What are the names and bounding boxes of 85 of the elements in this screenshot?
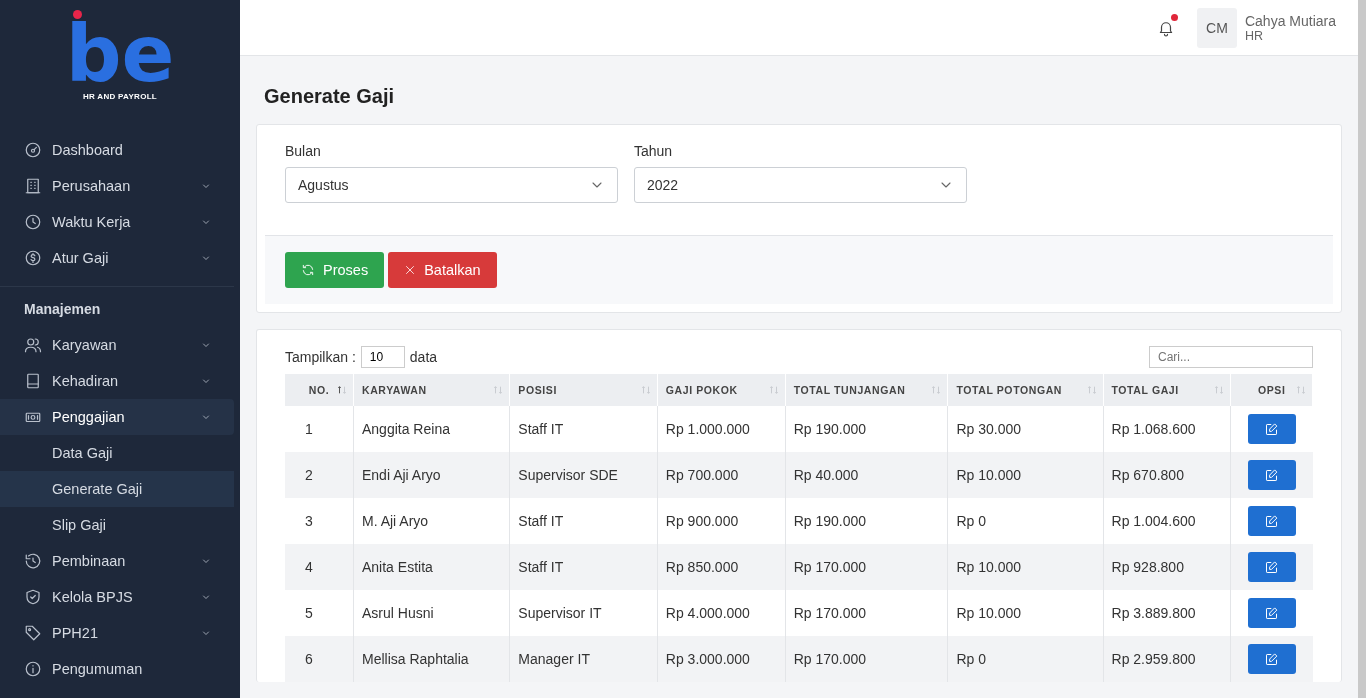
sidebar-section-title: Manajemen	[23, 301, 102, 319]
sidebar-item[interactable]: Kelola BPJS	[0, 579, 234, 615]
edit-icon	[1264, 467, 1280, 483]
sidebar-item[interactable]: Dashboard	[0, 132, 234, 168]
edit-button[interactable]	[1247, 506, 1296, 536]
logo-dot	[72, 10, 82, 19]
edit-button[interactable]	[1247, 552, 1296, 582]
table-cell: 4	[285, 544, 354, 590]
table-cell: Mellisa Raphtalia	[353, 636, 510, 682]
table-cell: Rp 170.000	[785, 636, 948, 682]
table-cell: Rp 10.000	[947, 544, 1104, 590]
submenu-item[interactable]: Generate Gaji	[0, 471, 234, 507]
select-field[interactable]: 2022	[634, 167, 967, 203]
page-size-suffix: data	[409, 349, 438, 365]
column-header[interactable]: TOTAL TUNJANGAN	[785, 374, 948, 406]
sidebar-item[interactable]: Karyawan	[0, 327, 234, 363]
tag-icon	[24, 624, 42, 642]
table-cell: 2	[285, 452, 354, 498]
edit-icon	[1264, 651, 1280, 667]
sidebar-item[interactable]: Waktu Kerja	[0, 204, 234, 240]
table-cell: Rp 670.800	[1103, 452, 1231, 498]
page-size-label: Tampilkan :	[285, 349, 356, 365]
clock-icon	[24, 213, 42, 231]
building-icon	[24, 177, 42, 195]
table-cell: Rp 10.000	[947, 452, 1104, 498]
table-cell: Rp 170.000	[785, 544, 948, 590]
column-header[interactable]: POSISI	[509, 374, 658, 406]
page-title: Generate Gaji	[264, 84, 396, 108]
sidebar-item[interactable]: Perusahaan	[0, 168, 234, 204]
search-field[interactable]: Cari...	[1149, 346, 1313, 368]
edit-icon	[1264, 513, 1280, 529]
edit-icon	[1264, 421, 1280, 437]
info-icon	[24, 660, 42, 678]
history-icon	[24, 552, 42, 570]
sidebar-item[interactable]: Atur Gaji	[0, 240, 234, 276]
column-header[interactable]: NO.	[285, 374, 354, 406]
edit-button[interactable]	[1247, 460, 1296, 490]
table-cell: Supervisor SDE	[509, 452, 658, 498]
dollar-icon	[24, 249, 42, 267]
table-cell: Rp 928.800	[1103, 544, 1231, 590]
users-icon	[24, 336, 42, 354]
user-role: HR	[1244, 28, 1263, 43]
refresh-icon	[301, 263, 315, 277]
field-label: Bulan	[285, 143, 322, 159]
sidebar-item[interactable]: Pembinaan	[0, 543, 234, 579]
edit-icon	[1264, 559, 1280, 575]
sort-icon[interactable]	[337, 385, 347, 395]
table-cell: 6	[285, 636, 354, 682]
user-avatar[interactable]: CM	[1196, 7, 1237, 48]
table-cell: Manager IT	[509, 636, 658, 682]
edit-button[interactable]	[1247, 598, 1296, 628]
submenu-item[interactable]: Data Gaji	[0, 435, 234, 471]
gauge-icon	[24, 141, 42, 159]
table-cell: Rp 2.959.800	[1103, 636, 1231, 682]
sidebar-item[interactable]: Pengumuman	[0, 651, 234, 687]
cancel-button[interactable]: Batalkan	[388, 252, 497, 288]
edit-icon	[1264, 605, 1280, 621]
user-name: Cahya Mutiara	[1244, 12, 1336, 29]
table-cell: Rp 3.000.000	[657, 636, 786, 682]
table-cell: Staff IT	[509, 544, 658, 590]
page-size-field[interactable]: 10	[360, 346, 405, 368]
shield-icon	[24, 588, 42, 606]
table-cell: Endi Aji Aryo	[353, 452, 510, 498]
select-field[interactable]: Agustus	[285, 167, 618, 203]
field-label: Tahun	[634, 143, 674, 159]
table-cell: Anita Estita	[353, 544, 510, 590]
column-header[interactable]: KARYAWAN	[353, 374, 510, 406]
table-cell: Rp 700.000	[657, 452, 786, 498]
table-cell: Rp 850.000	[657, 544, 786, 590]
edit-button[interactable]	[1247, 414, 1296, 444]
column-header[interactable]: OPSI	[1230, 374, 1313, 406]
column-header[interactable]: TOTAL POTONGAN	[947, 374, 1104, 406]
sidebar-item[interactable]: Penggajian	[0, 399, 234, 435]
logo-tagline: HR AND PAYROLL	[82, 92, 158, 101]
close-icon	[404, 264, 417, 276]
logo: be	[65, 20, 175, 88]
column-header[interactable]: TOTAL GAJI	[1103, 374, 1231, 406]
submenu-item[interactable]: Slip Gaji	[0, 507, 234, 543]
sidebar-item[interactable]: PPH21	[0, 615, 234, 651]
edit-button[interactable]	[1247, 644, 1296, 674]
column-header[interactable]: GAJI POKOK	[657, 374, 786, 406]
table-cell: Rp 40.000	[785, 452, 948, 498]
book-icon	[24, 372, 42, 390]
table-cell: Rp 0	[947, 636, 1104, 682]
sidebar-item[interactable]: Kehadiran	[0, 363, 234, 399]
